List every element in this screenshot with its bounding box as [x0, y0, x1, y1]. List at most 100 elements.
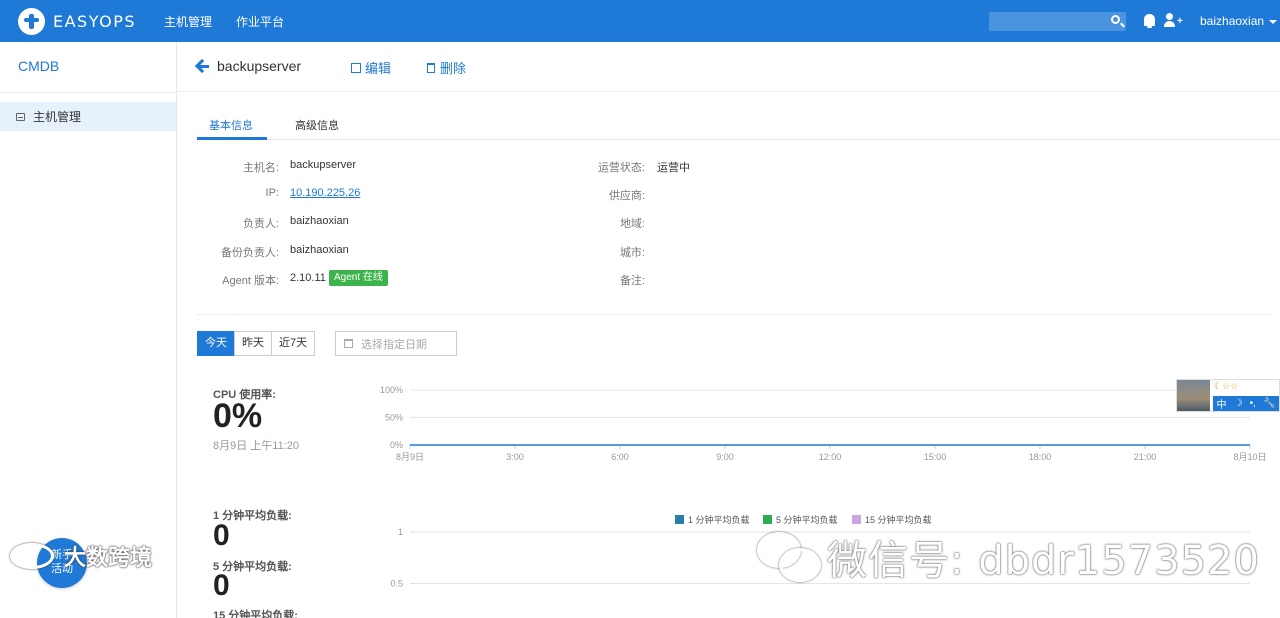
calendar-icon	[344, 339, 353, 348]
y-tick-label: 0%	[390, 440, 403, 450]
widget-weather-icons: ☾☆☆	[1214, 381, 1239, 391]
tab-advanced-info[interactable]: 高级信息	[295, 117, 339, 133]
username: baizhaoxian	[1200, 14, 1265, 28]
watermark-logo-icon	[10, 543, 54, 569]
today-button[interactable]: 今天	[197, 331, 235, 356]
edit-icon	[351, 62, 361, 73]
moon-icon[interactable]: ☽	[1234, 398, 1243, 409]
date-range-buttons: 今天 昨天 近7天	[197, 331, 316, 356]
trash-icon	[427, 62, 435, 73]
top-nav: 主机管理 作业平台	[164, 0, 308, 42]
cpu-usage-value: 0%	[213, 397, 263, 435]
logo-text: EASYOPS	[53, 12, 137, 31]
divider	[0, 92, 176, 93]
top-navbar: EASYOPS 主机管理 作业平台 + baizhaoxian	[0, 0, 1280, 42]
info-label-city: 城市:	[619, 247, 645, 259]
sidebar-item-label: 主机管理	[33, 110, 82, 124]
legend-item: 5 分钟平均负载	[763, 514, 838, 525]
content-header: backupserver 编辑 删除	[177, 42, 1280, 92]
widget-toolbar: 中 ☽ •, 🔧	[1213, 396, 1279, 411]
edit-label: 编辑	[365, 61, 392, 76]
watermark-left-text: 大数跨境	[64, 545, 153, 570]
legend-swatch	[675, 515, 684, 524]
info-value-agent-version: 2.10.11	[290, 272, 326, 284]
user-menu[interactable]: baizhaoxian	[1200, 14, 1278, 28]
watermark-bottom: 微信号: dbdr1573520	[757, 528, 1260, 586]
wrench-icon[interactable]: 🔧	[1263, 398, 1275, 409]
x-tick-label: 9:00	[716, 452, 734, 462]
info-label-region: 地域:	[619, 218, 645, 230]
legend-swatch	[852, 515, 861, 524]
x-tick-label: 8月10日	[1233, 452, 1266, 462]
delete-label: 删除	[440, 61, 467, 76]
sidebar-title[interactable]: CMDB	[18, 58, 59, 74]
legend-item: 1 分钟平均负载	[675, 514, 750, 525]
widget-ime-toggle[interactable]: 中	[1217, 396, 1227, 411]
info-label-hostname: 主机名:	[242, 162, 279, 174]
edit-button[interactable]: 编辑	[351, 58, 391, 77]
nav-item-job-platform[interactable]: 作业平台	[236, 13, 284, 30]
x-tick-label: 12:00	[819, 452, 842, 462]
y-tick-label: 0.5	[390, 579, 403, 589]
date-picker-input[interactable]: 选择指定日期	[335, 331, 457, 356]
delete-button[interactable]: 删除	[427, 58, 466, 77]
ip-link[interactable]: 10.190.225.26	[290, 187, 360, 199]
legend-swatch	[763, 515, 772, 524]
tab-bar: 基本信息 高级信息	[197, 108, 1280, 140]
widget-avatar	[1177, 380, 1210, 411]
info-label-vendor: 供应商:	[608, 190, 645, 202]
server-icon	[16, 112, 25, 121]
sidebar-item-host-management[interactable]: 主机管理	[0, 102, 176, 131]
load-15m-label: 15 分钟平均负载:	[213, 610, 298, 618]
logo-icon	[18, 8, 45, 35]
legend-label: 1 分钟平均负载	[688, 514, 750, 525]
load-5m-value: 0	[213, 569, 230, 602]
punctuation-icon[interactable]: •,	[1250, 398, 1256, 409]
tab-active-indicator	[197, 137, 267, 140]
info-label-agent-version: Agent 版本:	[222, 275, 279, 287]
chevron-down-icon	[1269, 19, 1278, 24]
agent-status-badge: Agent 在线	[329, 270, 388, 286]
info-label-ip: IP:	[265, 187, 279, 199]
yesterday-button[interactable]: 昨天	[234, 331, 272, 356]
nav-item-host-management[interactable]: 主机管理	[164, 13, 212, 30]
x-tick-label: 21:00	[1134, 452, 1157, 462]
info-value-backup-owner: baizhaoxian	[290, 244, 349, 256]
legend-label: 5 分钟平均负载	[776, 514, 838, 525]
x-tick-label: 15:00	[924, 452, 947, 462]
info-value-hostname: backupserver	[290, 159, 357, 171]
back-arrow-icon[interactable]	[197, 60, 209, 72]
last-7-days-button[interactable]: 近7天	[271, 331, 316, 356]
search-input[interactable]	[989, 12, 1126, 31]
info-label-backup-owner: 备份负责人:	[220, 247, 279, 259]
divider	[197, 314, 1270, 315]
tab-basic-info[interactable]: 基本信息	[209, 117, 253, 133]
load-1m-value: 0	[213, 519, 230, 552]
watermark-left: 大数跨境	[10, 540, 152, 572]
info-value-owner: baizhaoxian	[290, 215, 349, 227]
info-value-op-status: 运营中	[657, 162, 690, 174]
info-label-op-status: 运营状态:	[597, 162, 645, 174]
y-tick-label: 1	[398, 527, 403, 537]
logo[interactable]: EASYOPS	[18, 8, 136, 35]
info-label-remark: 备注:	[619, 275, 645, 287]
page-title: backupserver	[217, 58, 302, 74]
x-tick-label: 8月9日	[396, 452, 424, 462]
x-tick-label: 6:00	[611, 452, 629, 462]
legend-item: 15 分钟平均负载	[852, 514, 932, 525]
plus-icon: +	[1177, 16, 1183, 27]
y-tick-label: 100%	[380, 385, 403, 395]
date-picker-placeholder: 选择指定日期	[361, 338, 427, 351]
x-tick-label: 18:00	[1029, 452, 1052, 462]
watermark-bottom-text: 微信号: dbdr1573520	[827, 538, 1260, 584]
bell-icon[interactable]	[1144, 14, 1155, 28]
weather-widget[interactable]: ☾☆☆ 中 ☽ •, 🔧	[1176, 379, 1280, 412]
x-tick-label: 3:00	[506, 452, 524, 462]
cpu-timestamp: 8月9日 上午11:20	[213, 440, 300, 452]
search-icon[interactable]	[1111, 15, 1120, 24]
y-tick-label: 50%	[385, 413, 403, 423]
sidebar: CMDB 主机管理 新手 活动	[0, 42, 177, 618]
wechat-icon	[757, 532, 821, 582]
info-label-owner: 负责人:	[242, 218, 279, 230]
cpu-usage-chart: 100% 50% 0% 8月9日 3:00 6:00 9:00 12:00 15:00 18:00…	[380, 385, 1267, 462]
